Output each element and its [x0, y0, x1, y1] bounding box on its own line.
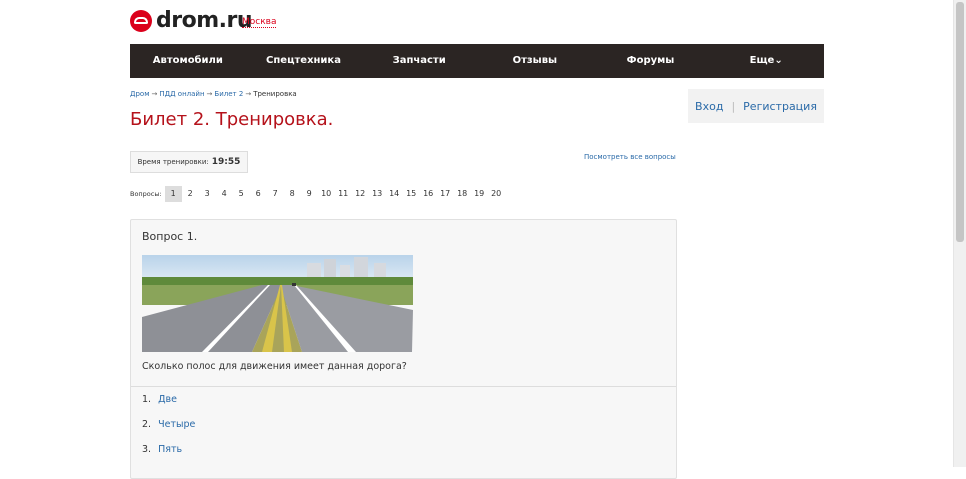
question-card: Вопрос 1. Сколько полос для движения име… — [130, 219, 677, 479]
breadcrumb-separator: → — [245, 90, 252, 98]
divider — [131, 386, 676, 387]
questions-nav: Вопросы: 1 2 3 4 5 6 7 8 9 10 11 12 13 14 15 16 17 18 19 20 — [130, 186, 505, 202]
main-nav: Автомобили Спецтехника Запчасти Отзывы Ф… — [130, 44, 824, 78]
breadcrumb: Дром → ПДД онлайн → Билет 2 → Тренировка — [130, 90, 297, 98]
question-number-button[interactable]: 10 — [318, 186, 335, 202]
question-number-button[interactable]: 3 — [199, 186, 216, 202]
question-number-button[interactable]: 1 — [164, 186, 182, 202]
nav-item-cars[interactable]: Автомобили — [130, 44, 246, 78]
all-questions-link[interactable]: Посмотреть все вопросы — [584, 153, 676, 161]
city-selector[interactable]: Москва — [242, 17, 277, 28]
answer-number: 2. — [142, 419, 152, 430]
nav-item-parts[interactable]: Запчасти — [361, 44, 477, 78]
question-heading: Вопрос 1. — [142, 230, 198, 243]
question-number-button[interactable]: 18 — [454, 186, 471, 202]
question-number-button[interactable]: 8 — [284, 186, 301, 202]
answer-link[interactable]: Пять — [158, 444, 182, 455]
breadcrumb-link-ticket[interactable]: Билет 2 — [214, 90, 243, 98]
question-number-button[interactable]: 17 — [437, 186, 454, 202]
questions-nav-label: Вопросы: — [130, 190, 162, 198]
question-number-button[interactable]: 12 — [352, 186, 369, 202]
answers-list: 1. Две 2. Четыре 3. Пять — [142, 392, 195, 467]
timer-label: Время тренировки: — [137, 158, 209, 166]
road-photo-icon — [142, 255, 413, 352]
nav-item-special-vehicles[interactable]: Спецтехника — [246, 44, 362, 78]
question-number-button[interactable]: 6 — [250, 186, 267, 202]
breadcrumb-separator: → — [151, 90, 158, 98]
breadcrumb-current: Тренировка — [253, 90, 297, 98]
answer-number: 1. — [142, 394, 152, 405]
answer-number: 3. — [142, 444, 152, 455]
page-title: Билет 2. Тренировка. — [130, 109, 334, 130]
answer-link[interactable]: Две — [158, 394, 177, 405]
drom-logo-icon[interactable] — [130, 10, 152, 32]
question-number-button[interactable]: 13 — [369, 186, 386, 202]
nav-item-forums[interactable]: Форумы — [593, 44, 709, 78]
login-link[interactable]: Вход — [695, 100, 723, 113]
breadcrumb-link-pdd[interactable]: ПДД онлайн — [159, 90, 204, 98]
page-scrollbar[interactable] — [953, 0, 966, 467]
question-number-button[interactable]: 9 — [301, 186, 318, 202]
nav-item-more[interactable]: Еще⌄ — [708, 44, 824, 78]
question-text: Сколько полос для движения имеет данная … — [142, 361, 407, 372]
question-number-button[interactable]: 20 — [488, 186, 505, 202]
scrollbar-thumb[interactable] — [956, 2, 964, 242]
answer-link[interactable]: Четыре — [158, 419, 195, 430]
logo-text[interactable]: drom.ru — [156, 8, 253, 33]
register-link[interactable]: Регистрация — [743, 100, 817, 113]
answer-item[interactable]: 2. Четыре — [142, 417, 195, 442]
question-number-button[interactable]: 16 — [420, 186, 437, 202]
auth-box: Вход | Регистрация — [688, 89, 824, 123]
question-number-button[interactable]: 2 — [182, 186, 199, 202]
question-number-button[interactable]: 4 — [216, 186, 233, 202]
breadcrumb-link-drom[interactable]: Дром — [130, 90, 149, 98]
question-number-button[interactable]: 19 — [471, 186, 488, 202]
nav-item-reviews[interactable]: Отзывы — [477, 44, 593, 78]
site-header: drom.ru Москва — [130, 6, 824, 38]
answer-item[interactable]: 3. Пять — [142, 442, 195, 467]
answer-item[interactable]: 1. Две — [142, 392, 195, 417]
question-number-button[interactable]: 14 — [386, 186, 403, 202]
training-timer: Время тренировки: 19:55 — [130, 151, 248, 173]
question-number-button[interactable]: 5 — [233, 186, 250, 202]
question-number-button[interactable]: 11 — [335, 186, 352, 202]
timer-value: 19:55 — [211, 157, 241, 167]
question-number-button[interactable]: 15 — [403, 186, 420, 202]
breadcrumb-separator: → — [206, 90, 213, 98]
auth-separator: | — [731, 99, 736, 113]
question-number-button[interactable]: 7 — [267, 186, 284, 202]
